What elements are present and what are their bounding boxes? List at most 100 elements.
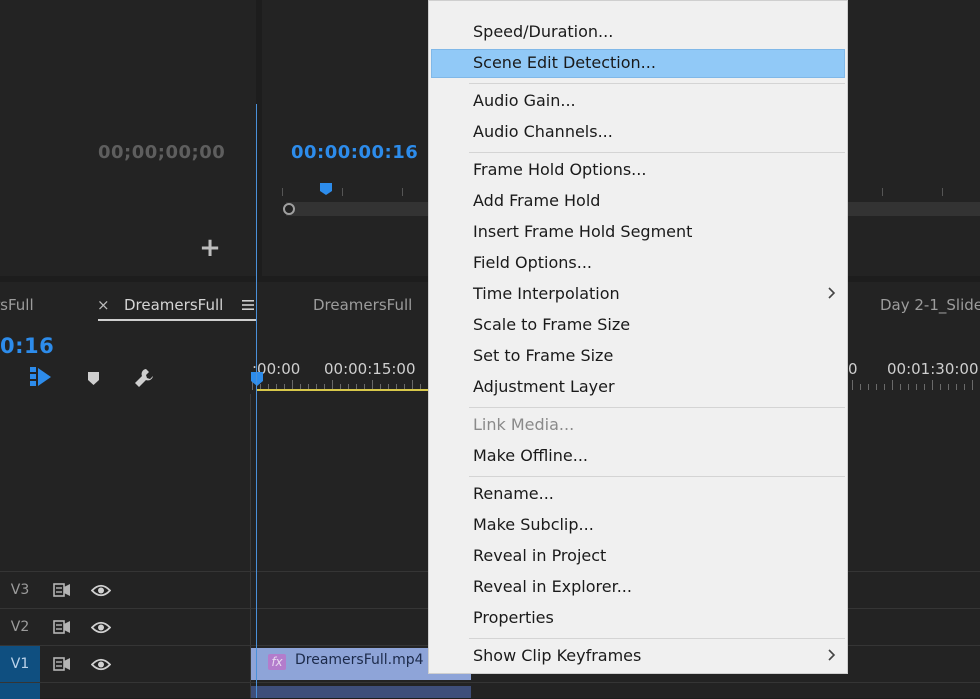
menu-item-field-options[interactable]: Field Options... xyxy=(431,249,845,278)
menu-separator xyxy=(469,83,845,84)
menu-item-label: Link Media... xyxy=(473,415,575,434)
close-icon[interactable]: × xyxy=(97,296,110,314)
ruler-tick xyxy=(942,188,943,196)
playhead-line xyxy=(256,104,257,698)
tab-sequence-active[interactable]: DreamersFull xyxy=(124,296,223,314)
menu-item-label: Audio Gain... xyxy=(473,91,576,110)
timeline-playhead-icon[interactable] xyxy=(250,371,264,387)
ruler-tick xyxy=(852,380,853,390)
menu-item-frame-hold-options[interactable]: Frame Hold Options... xyxy=(431,156,845,185)
fx-badge-icon: fx xyxy=(268,654,286,670)
ruler-tick xyxy=(956,384,957,390)
menu-item-label: Properties xyxy=(473,608,554,627)
menu-item-audio-channels[interactable]: Audio Channels... xyxy=(431,118,845,147)
chevron-right-icon xyxy=(828,649,836,661)
context-menu: Speed/Duration... Scene Edit Detection...… xyxy=(428,0,848,674)
menu-item-label: Make Subclip... xyxy=(473,515,594,534)
menu-item-set-to-frame-size[interactable]: Set to Frame Size xyxy=(431,342,845,371)
sync-lock-icon[interactable] xyxy=(53,620,71,634)
menu-item-properties[interactable]: Properties xyxy=(431,604,845,633)
menu-item-reveal-in-project[interactable]: Reveal in Project xyxy=(431,542,845,571)
nest-sequence-icon[interactable] xyxy=(29,366,53,388)
chevron-right-icon xyxy=(828,287,836,299)
timeline-timecode[interactable]: 0:16 xyxy=(0,334,54,358)
menu-item-label: Reveal in Explorer... xyxy=(473,577,632,596)
source-timecode[interactable]: 00;00;00;00 xyxy=(98,142,225,163)
ruler-tick xyxy=(932,380,933,390)
menu-item-label: Scale to Frame Size xyxy=(473,315,631,334)
ruler-tick xyxy=(892,380,893,390)
eye-icon[interactable] xyxy=(91,621,111,634)
menu-item-label: Add Frame Hold xyxy=(473,191,601,210)
ruler-time-90s: 00:01:30:00 xyxy=(887,360,979,378)
menu-item-audio-gain[interactable]: Audio Gain... xyxy=(431,87,845,116)
menu-item-label: Set to Frame Size xyxy=(473,346,614,365)
program-timecode[interactable]: 00:00:00:16 xyxy=(291,142,418,163)
ruler-tick xyxy=(282,188,283,196)
program-scrollbar-handle[interactable] xyxy=(283,203,295,215)
track-label-v1[interactable]: V1 xyxy=(0,646,40,683)
menu-item-add-frame-hold[interactable]: Add Frame Hold xyxy=(431,187,845,216)
source-monitor: 00;00;00;00 + xyxy=(0,0,256,276)
menu-item-make-subclip[interactable]: Make Subclip... xyxy=(431,511,845,540)
menu-item-label: Time Interpolation xyxy=(473,284,620,303)
eye-icon[interactable] xyxy=(91,584,111,597)
ruler-tick xyxy=(908,384,909,390)
video-clip-below[interactable] xyxy=(251,686,471,698)
add-button[interactable]: + xyxy=(198,235,222,261)
ruler-tick xyxy=(882,188,883,196)
menu-item-label: Speed/Duration... xyxy=(473,22,614,41)
menu-separator xyxy=(469,638,845,639)
menu-item-label: Insert Frame Hold Segment xyxy=(473,222,693,241)
tab-sequence-left[interactable]: rsFull xyxy=(0,296,34,314)
ruler-tick xyxy=(940,384,941,390)
ruler-tick xyxy=(972,380,973,390)
menu-item-speed-duration[interactable]: Speed/Duration... xyxy=(431,18,845,47)
ruler-tick xyxy=(868,384,869,390)
marker-icon[interactable] xyxy=(87,371,100,386)
eye-icon[interactable] xyxy=(91,658,111,671)
menu-item-label: Audio Channels... xyxy=(473,122,613,141)
menu-item-time-interpolation[interactable]: Time Interpolation xyxy=(431,280,845,309)
track-label-v2[interactable]: V2 xyxy=(0,609,40,646)
track-label-next[interactable] xyxy=(0,683,40,699)
menu-item-link-media: Link Media... xyxy=(431,411,845,440)
panel-menu-icon[interactable] xyxy=(242,300,254,310)
sync-lock-icon[interactable] xyxy=(53,657,71,671)
program-playhead-icon[interactable] xyxy=(319,182,333,196)
menu-item-make-offline[interactable]: Make Offline... xyxy=(431,442,845,471)
ruler-tick xyxy=(402,188,403,196)
work-area-bar[interactable] xyxy=(256,389,432,391)
active-tab-underline xyxy=(98,319,256,321)
track-row-below xyxy=(0,682,980,699)
clip-name: DreamersFull.mp4 [V] xyxy=(295,652,449,668)
track-label-v3[interactable]: V3 xyxy=(0,572,40,609)
menu-item-label: Scene Edit Detection... xyxy=(473,53,656,72)
tab-sequence-middle[interactable]: DreamersFull xyxy=(313,296,412,314)
menu-item-show-clip-keyframes[interactable]: Show Clip Keyframes xyxy=(431,642,845,671)
menu-item-rename[interactable]: Rename... xyxy=(431,480,845,509)
menu-item-label: Adjustment Layer xyxy=(473,377,615,396)
menu-item-label: Rename... xyxy=(473,484,554,503)
menu-item-label: Make Offline... xyxy=(473,446,588,465)
menu-separator xyxy=(469,476,845,477)
ruler-time-partial: 0 xyxy=(848,360,858,378)
menu-separator xyxy=(469,152,845,153)
ruler-tick xyxy=(876,384,877,390)
ruler-tick xyxy=(860,384,861,390)
menu-item-label: Reveal in Project xyxy=(473,546,607,565)
sync-lock-icon[interactable] xyxy=(53,583,71,597)
ruler-tick xyxy=(916,384,917,390)
menu-item-insert-frame-hold-segment[interactable]: Insert Frame Hold Segment xyxy=(431,218,845,247)
menu-item-reveal-in-explorer[interactable]: Reveal in Explorer... xyxy=(431,573,845,602)
menu-separator xyxy=(469,407,845,408)
menu-item-scale-to-frame-size[interactable]: Scale to Frame Size xyxy=(431,311,845,340)
menu-item-adjustment-layer[interactable]: Adjustment Layer xyxy=(431,373,845,402)
wrench-icon[interactable] xyxy=(132,366,156,390)
menu-item-scene-edit-detection[interactable]: Scene Edit Detection... xyxy=(431,49,845,78)
ruler-tick xyxy=(900,384,901,390)
tab-sequence-right[interactable]: Day 2-1_Slide xyxy=(880,296,980,314)
ruler-tick xyxy=(342,188,343,196)
menu-item-label: Frame Hold Options... xyxy=(473,160,647,179)
menu-item-label: Field Options... xyxy=(473,253,593,272)
